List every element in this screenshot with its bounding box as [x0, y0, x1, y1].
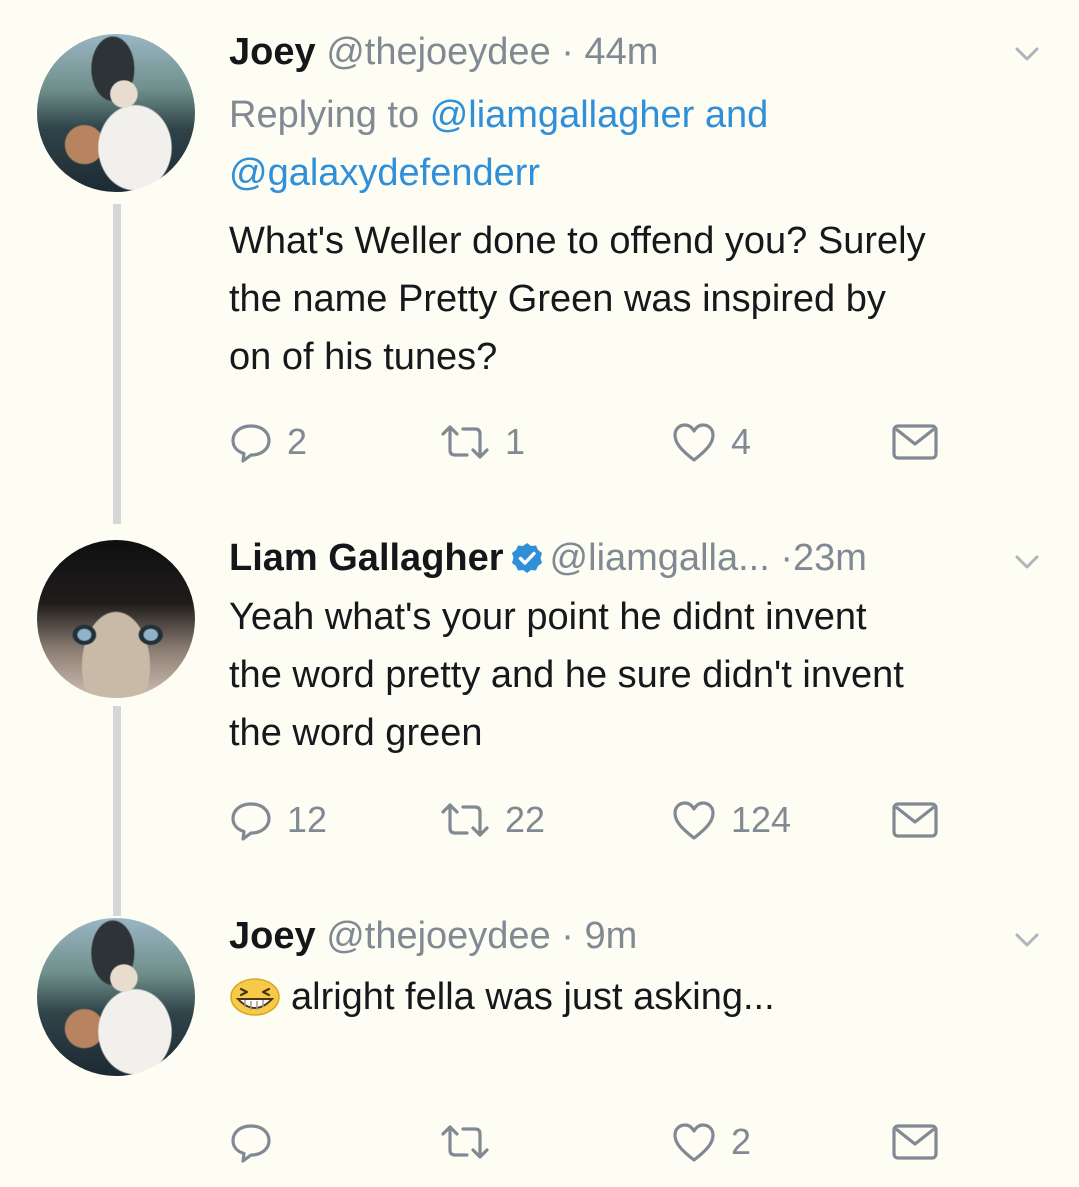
reply-bubble-icon — [231, 1124, 271, 1163]
tweet-actions: 2 — [229, 1118, 949, 1166]
like-button[interactable]: 124 — [671, 796, 791, 844]
heart-icon — [673, 1123, 715, 1162]
timestamp[interactable]: 23m — [793, 537, 867, 579]
timestamp[interactable]: 44m — [584, 31, 658, 73]
tweet-text-line: the name Pretty Green was inspired by — [229, 278, 886, 320]
avatar[interactable] — [37, 34, 195, 192]
retweet-icon — [441, 803, 489, 837]
verified-badge-icon — [511, 543, 542, 573]
retweet-icon — [441, 1125, 489, 1159]
user-handle[interactable]: @thejoeydee — [326, 915, 551, 957]
reply-button[interactable]: 12 — [229, 796, 327, 844]
display-name[interactable]: Joey — [229, 915, 316, 957]
tweet-text-line: What's Weller done to offend you? Surely — [229, 220, 926, 262]
direct-message-button[interactable] — [891, 1118, 939, 1166]
reply-count: 12 — [287, 799, 328, 840]
reply-mention-link[interactable]: @liamgallagher — [430, 94, 695, 136]
retweet-button[interactable] — [439, 1118, 505, 1166]
reply-button[interactable] — [229, 1118, 287, 1166]
tweet-header: Joey @thejoeydee · 9m — [229, 910, 1039, 962]
like-count: 124 — [731, 799, 792, 840]
timestamp[interactable]: 9m — [584, 915, 637, 957]
direct-message-button[interactable] — [891, 796, 939, 844]
tweet[interactable]: Joey @thejoeydee · 44m Replying to @liam… — [0, 26, 1079, 496]
retweet-count: 22 — [505, 799, 546, 840]
tweet-header: Joey @thejoeydee · 44m — [229, 26, 1039, 78]
envelope-icon — [892, 1124, 938, 1160]
reply-mention-link[interactable]: @galaxydefenderr — [229, 152, 540, 194]
like-button[interactable]: 4 — [671, 418, 751, 466]
retweet-count: 1 — [505, 421, 526, 462]
tweet-text-line: Yeah what's your point he didnt invent — [229, 596, 867, 638]
tweet-text-line: the word pretty and he sure didn't inven… — [229, 654, 904, 696]
avatar[interactable] — [37, 918, 195, 1076]
chevron-down-icon[interactable] — [1011, 924, 1043, 956]
display-name[interactable]: Liam Gallagher — [229, 537, 504, 579]
tweet-text-line: the word green — [229, 712, 483, 754]
envelope-icon — [892, 424, 938, 460]
reply-count: 2 — [287, 421, 308, 462]
tweet-text: Yeah what's your point he didnt invent t… — [229, 588, 1049, 762]
retweet-button[interactable]: 22 — [439, 796, 545, 844]
chevron-down-icon[interactable] — [1011, 38, 1043, 70]
tweet-actions: 2 1 4 — [229, 418, 949, 466]
reply-bubble-icon — [231, 802, 271, 841]
reply-button[interactable]: 2 — [229, 418, 307, 466]
tweet-header: Liam Gallagher @liamgalla... ·23m — [229, 532, 1039, 584]
user-handle[interactable]: @thejoeydee — [326, 31, 551, 73]
tweet-text: alright fella was just asking... — [229, 968, 1049, 1026]
like-count: 2 — [731, 1121, 752, 1162]
tweet-actions: 12 22 124 — [229, 796, 949, 844]
chevron-down-icon[interactable] — [1011, 546, 1043, 578]
tweet[interactable]: Joey @thejoeydee · 9m alright fella was … — [0, 910, 1079, 1180]
reply-and-text: and — [704, 94, 769, 136]
separator-dot: · — [561, 31, 574, 73]
tweet-text-line: alright fella was just asking... — [291, 976, 775, 1018]
avatar[interactable] — [37, 540, 195, 698]
replying-to: Replying to @liamgallagher and @galaxyde… — [229, 86, 768, 202]
separator-dot: · — [561, 915, 574, 957]
replying-to-label: Replying to — [229, 94, 420, 136]
like-button[interactable]: 2 — [671, 1118, 751, 1166]
heart-icon — [673, 423, 715, 462]
retweet-button[interactable]: 1 — [439, 418, 525, 466]
retweet-icon — [441, 425, 489, 459]
tweet-text: What's Weller done to offend you? Surely… — [229, 212, 1049, 386]
direct-message-button[interactable] — [891, 418, 939, 466]
tweet-text-line: on of his tunes? — [229, 336, 498, 378]
heart-icon — [673, 801, 715, 840]
tweet[interactable]: Liam Gallagher @liamgalla... ·23m Yeah w… — [0, 532, 1079, 862]
display-name[interactable]: Joey — [229, 31, 316, 73]
grinning-squinting-face-emoji — [230, 978, 280, 1016]
like-count: 4 — [731, 421, 752, 462]
user-handle[interactable]: @liamgalla... — [550, 537, 770, 579]
reply-bubble-icon — [231, 424, 271, 463]
separator-dot: · — [780, 537, 793, 579]
envelope-icon — [892, 802, 938, 838]
